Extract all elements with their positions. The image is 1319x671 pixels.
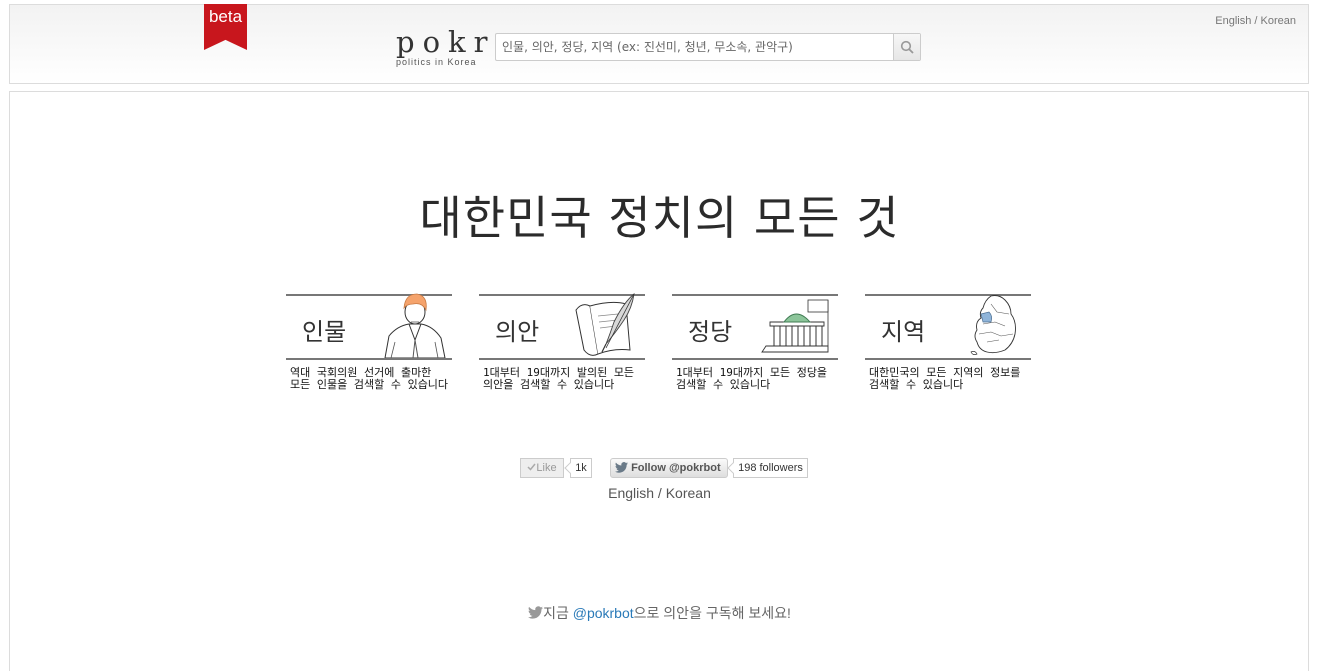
category-label: 의안 bbox=[495, 318, 540, 346]
scroll-quill-icon bbox=[575, 292, 635, 356]
category-description: 1대부터 19대까지 발의된 모든 의안을 검색할 수 있습니다 bbox=[483, 366, 635, 391]
category-parties-box[interactable]: 정당 bbox=[672, 294, 838, 360]
category-regions[interactable]: 지역 대한민국의 모든 지역의 정보를 검색할 수 있습니다 bbox=[865, 294, 1031, 394]
search-box bbox=[495, 33, 921, 61]
logo-subtitle: politics in Korea bbox=[396, 57, 477, 67]
category-bills[interactable]: 의안 1대부터 19대까지 발의된 모든 의안을 검색할 수 있습니다 bbox=[479, 292, 645, 394]
category-people[interactable]: 인물 역대 국회의원 선거에 출마한 모든 인물을 검색할 수 있습니다 bbox=[286, 293, 452, 394]
like-label: Like bbox=[536, 462, 557, 474]
subscribe-suffix: 으로 의안을 구독해 보세요! bbox=[633, 605, 791, 621]
beta-label: beta bbox=[208, 7, 243, 26]
twitter-follow-button[interactable]: Follow @pokrbot bbox=[610, 458, 728, 478]
lang-english-link[interactable]: English bbox=[608, 485, 654, 501]
category-label: 정당 bbox=[688, 318, 733, 346]
category-people-box[interactable]: 인물 bbox=[286, 293, 452, 360]
category-description: 대한민국의 모든 지역의 정보를 검색할 수 있습니다 bbox=[869, 366, 1021, 391]
main-panel bbox=[9, 91, 1309, 671]
logo-main-text: pokr bbox=[396, 25, 496, 59]
lang-english-link[interactable]: English bbox=[1215, 15, 1251, 27]
lang-korean-link[interactable]: Korean bbox=[666, 485, 711, 501]
facebook-like-button[interactable]: Like bbox=[520, 458, 564, 478]
twitter-bird-icon bbox=[615, 462, 628, 473]
search-button[interactable] bbox=[893, 34, 920, 60]
category-description: 역대 국회의원 선거에 출마한 모든 인물을 검색할 수 있습니다 bbox=[290, 366, 449, 391]
language-switch-top: English / Korean bbox=[1215, 15, 1296, 27]
category-label: 지역 bbox=[881, 318, 926, 346]
followers-count: 198 followers bbox=[733, 458, 808, 478]
language-switch-bottom: English / Korean bbox=[0, 485, 1319, 501]
pokrbot-link[interactable]: @pokrbot bbox=[573, 605, 634, 621]
follow-label: Follow @pokrbot bbox=[631, 462, 721, 474]
lang-separator: / bbox=[1251, 15, 1261, 27]
national-assembly-icon bbox=[761, 299, 829, 353]
subscribe-message: 지금 @pokrbot으로 의안을 구독해 보세요! bbox=[0, 603, 1319, 623]
subscribe-prefix: 지금 bbox=[543, 605, 573, 621]
category-parties[interactable]: 정당 1대부터 19대까지 모든 정당을 검색할 수 있습니다 bbox=[672, 294, 838, 394]
search-input[interactable] bbox=[496, 34, 894, 60]
person-illustration-icon bbox=[384, 293, 446, 358]
search-icon bbox=[900, 40, 914, 54]
lang-korean-link[interactable]: Korean bbox=[1261, 15, 1296, 27]
like-count: 1k bbox=[570, 458, 592, 478]
lang-separator: / bbox=[654, 485, 666, 501]
twitter-bird-icon bbox=[528, 606, 544, 619]
category-description: 1대부터 19대까지 모든 정당을 검색할 수 있습니다 bbox=[676, 366, 828, 391]
category-bills-box[interactable]: 의안 bbox=[479, 292, 645, 360]
category-regions-box[interactable]: 지역 bbox=[865, 294, 1031, 360]
korea-map-icon bbox=[970, 295, 1016, 356]
hero-title: 대한민국 정치의 모든 것 bbox=[419, 191, 900, 245]
category-label: 인물 bbox=[302, 318, 347, 346]
pokr-logo[interactable]: pokr politics in Korea bbox=[396, 25, 496, 68]
